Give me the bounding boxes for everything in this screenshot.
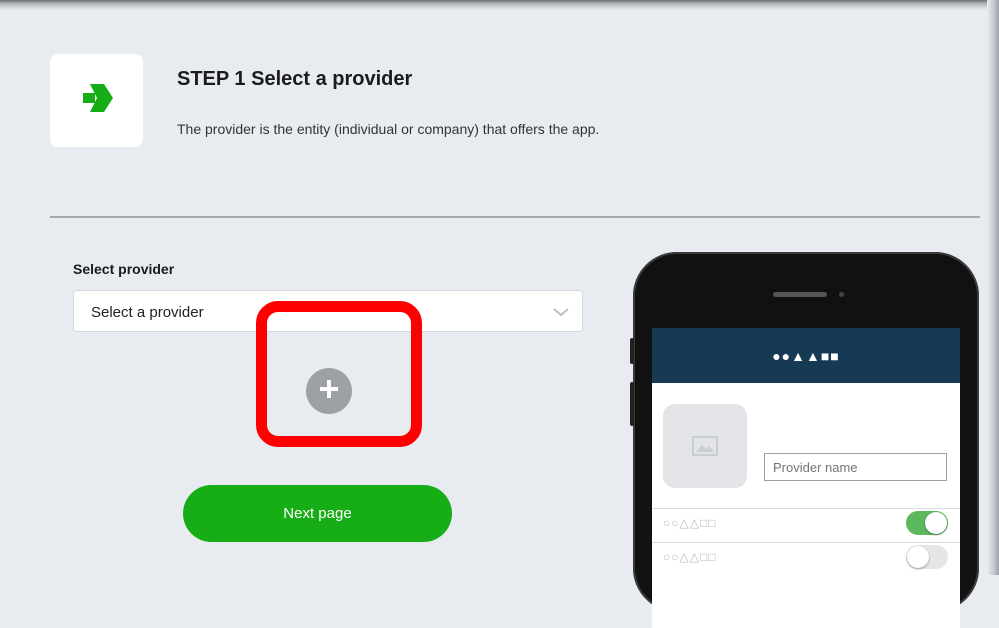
phone-preview: ●●▲▲■■ ○○△△□□ ○○△△□□ <box>630 252 979 628</box>
select-provider-label: Select provider <box>73 261 175 277</box>
provider-select-value: Select a provider <box>91 304 204 321</box>
phone-camera <box>839 292 844 297</box>
phone-speaker <box>773 292 827 297</box>
phone-side-button <box>630 338 634 364</box>
image-placeholder-icon <box>663 404 747 488</box>
toggle-knob <box>907 546 929 568</box>
toggle-knob <box>925 512 947 534</box>
step-icon-card <box>50 54 143 147</box>
highlight-annotation <box>256 301 422 447</box>
list-item-shapes: ○○△△□□ <box>663 550 717 564</box>
step-description: The provider is the entity (individual o… <box>177 121 600 137</box>
list-item-shapes: ○○△△□□ <box>663 516 717 530</box>
phone-screen-header: ●●▲▲■■ <box>652 328 960 383</box>
row-divider <box>652 542 960 543</box>
toggle-switch-off[interactable] <box>906 545 948 569</box>
window-side-shadow <box>987 0 999 575</box>
provider-name-field[interactable] <box>764 453 947 481</box>
arrow-right-icon <box>80 81 114 120</box>
section-divider <box>50 216 980 218</box>
chevron-down-icon <box>552 303 570 326</box>
window-top-shadow <box>0 0 999 10</box>
step-title: STEP 1 Select a provider <box>177 68 413 90</box>
toggle-switch-on[interactable] <box>906 511 948 535</box>
row-divider <box>652 508 960 509</box>
next-page-button[interactable]: Next page <box>183 485 452 542</box>
phone-side-button <box>630 382 634 426</box>
phone-screen: ●●▲▲■■ ○○△△□□ ○○△△□□ <box>652 328 960 628</box>
